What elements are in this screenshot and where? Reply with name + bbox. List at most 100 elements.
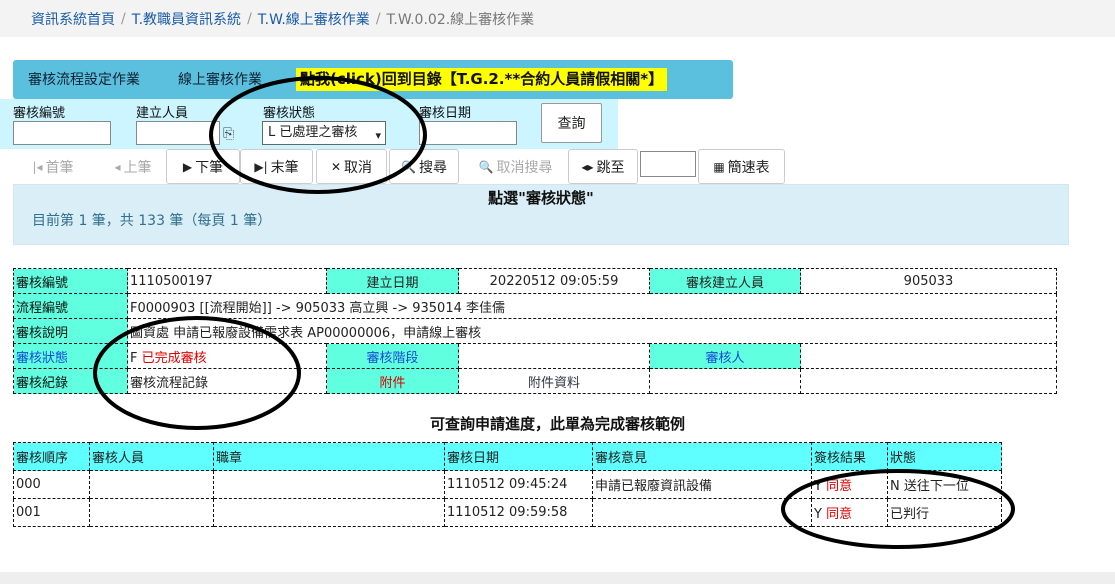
record-value[interactable]: 審核流程記錄 xyxy=(127,368,327,394)
seal-cell xyxy=(213,498,445,527)
tab-online-review[interactable]: 線上審核作業 xyxy=(178,69,262,89)
creator-input[interactable] xyxy=(136,121,220,145)
next-icon: ▶ xyxy=(182,159,193,174)
hint-text: 點選"審核狀態" xyxy=(488,189,594,207)
close-icon: ✕ xyxy=(330,159,342,174)
attachment-label: 附件 xyxy=(326,368,459,394)
cancel-search-label: 取消搜尋 xyxy=(496,159,553,176)
jump-label: 跳至 xyxy=(596,159,625,176)
detail-row: 審核紀錄 審核流程記錄 附件 附件資料 xyxy=(13,368,1057,394)
breadcrumb-home[interactable]: 資訊系統首頁 xyxy=(31,9,115,29)
next-record-button[interactable]: ▶ 下筆 xyxy=(166,149,240,184)
create-date-value: 20220512 09:05:59 xyxy=(458,268,650,294)
opinion-cell xyxy=(592,498,812,527)
order-cell: 000 xyxy=(13,470,90,499)
description-value: 圖資處 申請已報廢設備需求表 AP00000006，申請線上審核 xyxy=(127,318,1057,344)
result-cell: Y 同意 xyxy=(811,498,888,527)
status-label: 審核狀態 xyxy=(13,343,128,369)
reviewer-label: 審核人 xyxy=(649,343,801,369)
breadcrumb-staff-system[interactable]: T.教職員資訊系統 xyxy=(132,9,241,29)
col-order: 審核順序 xyxy=(13,442,90,471)
cancel-search-button[interactable]: 🔍 取消搜尋 xyxy=(468,149,563,184)
date-cell: 1110512 09:59:58 xyxy=(444,498,593,527)
last-icon: ▶| xyxy=(254,159,268,174)
search-button[interactable]: 🔍 搜尋 xyxy=(389,149,459,184)
history-table: 審核順序 審核人員 職章 審核日期 審核意見 簽核結果 狀態 000 11105… xyxy=(13,442,1002,527)
detail-row: 審核說明 圖資處 申請已報廢設備需求表 AP00000006，申請線上審核 xyxy=(13,318,1057,344)
result-code: Y xyxy=(814,507,822,522)
table-icon: ▦ xyxy=(713,159,725,174)
lookup-icon[interactable]: ⎘ xyxy=(223,126,234,142)
table-row: 001 1110512 09:59:58 Y 同意 已判行 xyxy=(13,498,1002,527)
jump-button[interactable]: ◂▸ 跳至 xyxy=(568,149,638,184)
attachment-value[interactable]: 附件資料 xyxy=(458,368,650,394)
first-record-button[interactable]: |◂ 首筆 xyxy=(18,149,88,184)
empty-cell xyxy=(800,368,1057,394)
reviewer-value xyxy=(800,343,1057,369)
creator-label: 建立人員 xyxy=(136,106,189,121)
table-row: 000 1110512 09:45:24 申請已報廢資訊設備 Y 同意 N 送往… xyxy=(13,470,1002,499)
detail-row: 流程編號 F0000903 [[流程開始]] -> 905033 高立興 -> … xyxy=(13,293,1057,319)
result-code: Y xyxy=(814,479,822,494)
breadcrumb-separator: / xyxy=(247,10,252,27)
status-select[interactable]: L 已處理之審核 ▾ xyxy=(262,121,386,145)
cancel-label: 取消 xyxy=(344,159,373,176)
order-cell: 001 xyxy=(13,498,90,527)
reviewer-cell xyxy=(89,498,214,527)
creator-value: 905033 xyxy=(800,268,1057,294)
last-record-button[interactable]: ▶| 末筆 xyxy=(240,149,313,184)
caption-text: 可查詢申請進度，此單為完成審核範例 xyxy=(429,415,685,433)
record-label: 審核紀錄 xyxy=(13,368,128,394)
brief-table-button[interactable]: ▦ 簡速表 xyxy=(698,149,785,184)
col-date: 審核日期 xyxy=(444,442,593,471)
brief-label: 簡速表 xyxy=(727,159,770,176)
footer-bar xyxy=(0,572,1115,584)
review-no-label: 審核編號 xyxy=(13,268,128,294)
state-cell: N 送往下一位 xyxy=(887,470,1002,499)
detail-table: 審核編號 1110500197 建立日期 20220512 09:05:59 審… xyxy=(13,268,1057,394)
search-icon: 🔍 xyxy=(478,159,494,174)
col-state: 狀態 xyxy=(887,442,1002,471)
jump-input[interactable] xyxy=(640,151,696,177)
breadcrumb-separator: / xyxy=(375,10,381,27)
result-cell: Y 同意 xyxy=(811,470,888,499)
status-text: 已完成審核 xyxy=(141,350,207,366)
breadcrumb: 資訊系統首頁 / T.教職員資訊系統 / T.W.線上審核作業 / T.W.0.… xyxy=(0,0,1115,37)
info-panel: 點選"審核狀態" 目前第 1 筆，共 133 筆（每頁 1 筆） xyxy=(13,184,1069,245)
stage-value xyxy=(458,343,650,369)
creator-label: 審核建立人員 xyxy=(649,268,801,294)
breadcrumb-online-review[interactable]: T.W.線上審核作業 xyxy=(258,9,370,29)
review-no-input[interactable] xyxy=(13,121,111,145)
reviewer-cell xyxy=(89,470,214,499)
state-cell: 已判行 xyxy=(887,498,1002,527)
back-to-menu-link[interactable]: 點我(click)回到目錄【T.G.2.**合約人員請假相關*】 xyxy=(296,68,668,91)
breadcrumb-current: T.W.0.02.線上審核作業 xyxy=(386,11,535,28)
tab-flow-setting[interactable]: 審核流程設定作業 xyxy=(28,69,140,89)
seal-cell xyxy=(213,470,445,499)
empty-cell xyxy=(649,368,801,394)
last-label: 末筆 xyxy=(270,159,299,176)
cancel-button[interactable]: ✕ 取消 xyxy=(316,149,387,184)
status-select-value: L 已處理之審核 xyxy=(268,125,358,140)
search-label: 搜尋 xyxy=(418,159,447,176)
query-button[interactable]: 查詢 xyxy=(541,103,602,143)
date-cell: 1110512 09:45:24 xyxy=(444,470,593,499)
result-text: 同意 xyxy=(826,479,853,494)
status-value: F 已完成審核 xyxy=(127,343,327,369)
detail-row: 審核狀態 F 已完成審核 審核階段 審核人 xyxy=(13,343,1057,369)
status-code: F xyxy=(130,350,138,366)
arrows-icon: ◂▸ xyxy=(581,159,594,174)
record-count: 目前第 1 筆，共 133 筆（每頁 1 筆） xyxy=(32,213,272,229)
col-result: 簽核結果 xyxy=(811,442,888,471)
breadcrumb-separator: / xyxy=(121,10,126,27)
result-text: 同意 xyxy=(826,507,853,522)
history-header-row: 審核順序 審核人員 職章 審核日期 審核意見 簽核結果 狀態 xyxy=(13,442,1002,471)
opinion-cell: 申請已報廢資訊設備 xyxy=(592,470,812,499)
next-label: 下筆 xyxy=(195,159,224,176)
flow-no-value: F0000903 [[流程開始]] -> 905033 高立興 -> 93501… xyxy=(127,293,1057,319)
review-no-value: 1110500197 xyxy=(127,268,327,294)
review-date-input[interactable] xyxy=(419,121,517,145)
first-label: 首筆 xyxy=(45,159,74,176)
prev-record-button[interactable]: ◂ 上筆 xyxy=(102,149,164,184)
col-opinion: 審核意見 xyxy=(592,442,812,471)
